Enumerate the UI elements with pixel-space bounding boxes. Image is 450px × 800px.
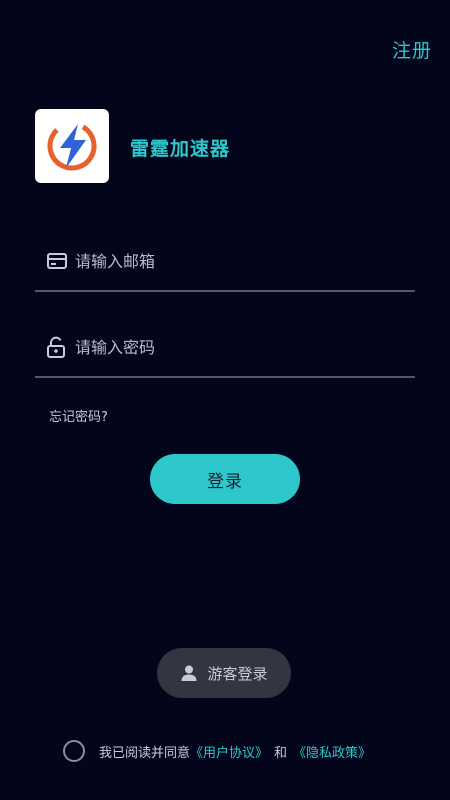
- register-link[interactable]: 注册: [392, 36, 432, 63]
- agree-checkbox[interactable]: [63, 740, 85, 762]
- agreement-row: 我已阅读并同意 《用户协议》 和 《隐私政策》: [63, 740, 371, 762]
- card-icon: [47, 253, 67, 269]
- unlock-icon: [47, 336, 65, 358]
- login-button-label: 登录: [207, 471, 243, 492]
- user-agreement-link[interactable]: 《用户协议》: [190, 742, 268, 761]
- guest-login-label: 游客登录: [207, 664, 268, 683]
- app-name: 雷霆加速器: [130, 138, 231, 160]
- email-field: [35, 236, 415, 292]
- email-input[interactable]: [75, 246, 395, 276]
- login-button[interactable]: 登录: [150, 454, 300, 504]
- user-icon: [181, 665, 197, 681]
- password-field: [35, 322, 415, 378]
- agreement-prefix: 我已阅读并同意: [99, 745, 191, 761]
- lightning-bolt-logo-icon: [47, 121, 97, 171]
- guest-login-button[interactable]: 游客登录: [157, 648, 291, 698]
- password-input[interactable]: [75, 332, 395, 362]
- forgot-password-link[interactable]: 忘记密码?: [49, 406, 108, 425]
- agreement-and: 和: [274, 745, 288, 761]
- app-logo: [35, 109, 109, 183]
- privacy-policy-link[interactable]: 《隐私政策》: [293, 742, 371, 761]
